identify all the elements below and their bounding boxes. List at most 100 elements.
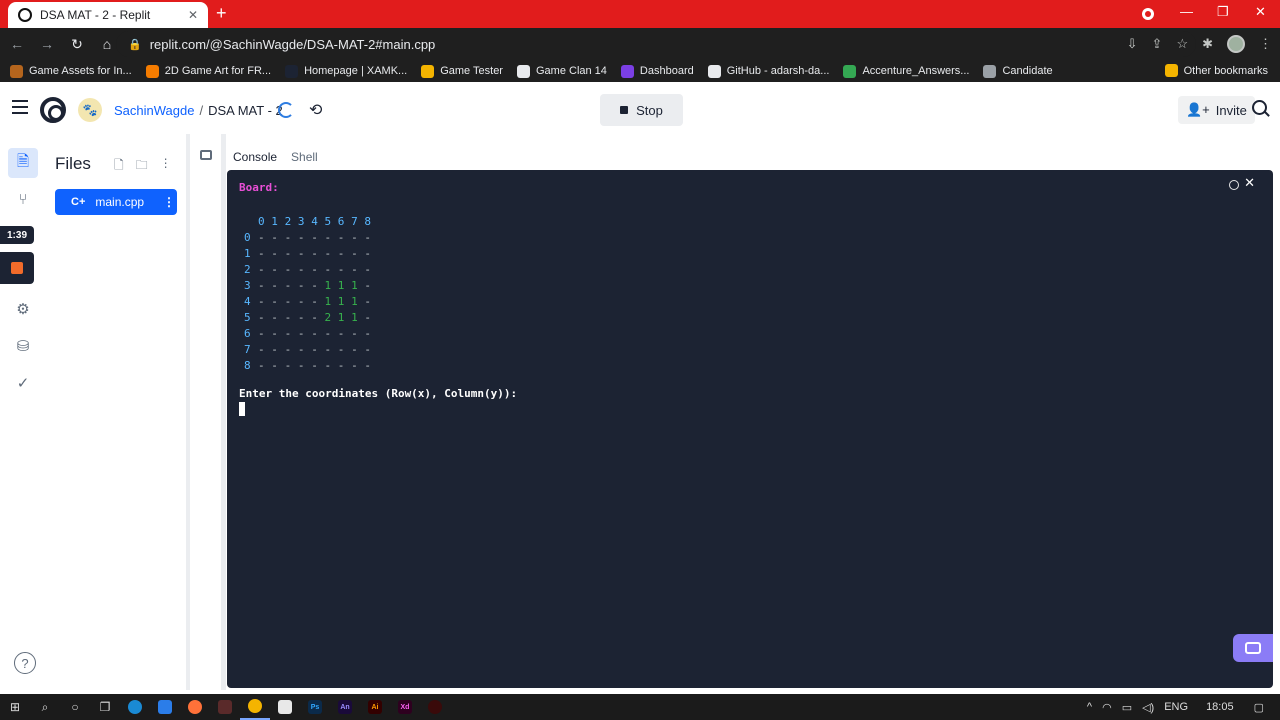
edge-icon[interactable] — [120, 694, 150, 720]
board-cell: - — [337, 262, 345, 276]
tray-chevron-icon[interactable]: ^ — [1087, 701, 1092, 713]
board-cell: - — [271, 262, 278, 276]
bookmark-item[interactable]: Accenture_Answers... — [843, 64, 970, 78]
bookmark-item[interactable]: Homepage | XAMK... — [285, 64, 407, 78]
install-icon[interactable]: ⇩ — [1127, 36, 1138, 52]
illustrator-icon[interactable]: Ai — [360, 694, 390, 720]
photoshop-icon[interactable]: Ps — [300, 694, 330, 720]
console-resize-handle[interactable] — [222, 134, 226, 690]
breadcrumb-user[interactable]: SachinWagde — [114, 103, 194, 118]
app-icon[interactable] — [150, 694, 180, 720]
app-icon[interactable] — [210, 694, 240, 720]
address-bar[interactable]: 🔒 replit.com/@SachinWagde/DSA-MAT-2#main… — [116, 31, 1196, 57]
board-row-label: 6 — [244, 326, 251, 340]
taskbar-search-icon[interactable]: ⌕ — [30, 694, 60, 720]
close-window-icon[interactable]: ✕ — [1255, 4, 1266, 20]
invite-button[interactable]: 👤+ Invite — [1178, 96, 1255, 124]
board-row: 7--------- — [244, 341, 378, 357]
cortana-icon[interactable]: ○ — [60, 694, 90, 720]
board-cell: - — [297, 262, 305, 276]
menu-icon[interactable]: ⋮ — [1259, 36, 1272, 52]
wifi-icon[interactable]: ◠ — [1102, 701, 1112, 714]
settings-gear-icon[interactable]: ⚙ — [8, 294, 38, 324]
bookmark-item[interactable]: GitHub - adarsh-da... — [707, 64, 829, 78]
bookmark-star-icon[interactable]: ☆ — [1176, 36, 1188, 52]
sync-status-icon — [278, 102, 294, 118]
input-cursor[interactable] — [239, 402, 245, 416]
system-tray: ^ ◠ ▭ ◁) ENG 18:05 ▢ — [1087, 694, 1280, 720]
task-view-icon[interactable]: ❐ — [90, 694, 120, 720]
board-row: 0--------- — [244, 229, 378, 245]
bookmark-item[interactable]: 2D Game Art for FR... — [145, 64, 271, 78]
stop-run-button[interactable] — [0, 252, 34, 284]
board-cell: - — [271, 246, 278, 260]
folder-icon — [1164, 64, 1178, 77]
bookmark-item[interactable]: Game Assets for In... — [10, 64, 132, 78]
recording-icon[interactable] — [1142, 8, 1154, 20]
bookmark-item[interactable]: Candidate — [983, 64, 1053, 78]
history-icon[interactable]: ⟲ — [309, 100, 322, 120]
language-indicator[interactable]: ENG — [1164, 701, 1188, 713]
back-icon[interactable]: ← — [4, 36, 30, 52]
animate-icon[interactable]: An — [330, 694, 360, 720]
windows-start-icon[interactable]: ⊞ — [0, 694, 30, 720]
tool-rail: 🗎 ⑂ 1:39 ⚙ ⛁ ✓ ? — [0, 134, 46, 690]
board-cell: 1 — [337, 278, 345, 292]
checkmark-icon[interactable]: ✓ — [8, 368, 38, 398]
chat-button[interactable] — [1233, 634, 1273, 662]
new-tab-icon[interactable]: + — [216, 4, 227, 22]
volume-icon[interactable]: ◁) — [1142, 701, 1154, 714]
board-cell: - — [271, 342, 278, 356]
bookmark-label: Accenture_Answers... — [862, 65, 970, 77]
board-row: 3-----111- — [244, 277, 378, 293]
other-bookmarks[interactable]: Other bookmarks — [1164, 64, 1268, 77]
board-cell: - — [324, 262, 332, 276]
profile-avatar[interactable] — [1227, 35, 1245, 53]
clock[interactable]: 18:05 — [1206, 701, 1234, 713]
board-column-header: 5 — [324, 214, 332, 228]
new-file-icon[interactable]: 🗋 — [114, 156, 124, 177]
file-item-main-cpp[interactable]: C+ main.cpp ⋮ — [55, 189, 177, 215]
bookmark-item[interactable]: Dashboard — [620, 64, 694, 78]
maximize-icon[interactable]: ❐ — [1217, 4, 1229, 20]
console-clear-icon[interactable]: ✕ — [1244, 176, 1255, 191]
replit-logo-icon[interactable] — [40, 97, 66, 123]
browser-tab[interactable]: DSA MAT - 2 - Replit ✕ — [8, 2, 208, 28]
file-more-icon[interactable]: ⋮ — [161, 195, 177, 209]
board-cell: - — [351, 230, 358, 244]
board-column-header: 1 — [271, 214, 278, 228]
user-avatar[interactable]: 🐾 — [78, 98, 102, 122]
forward-icon[interactable]: → — [34, 36, 60, 52]
minimize-icon[interactable]: — — [1180, 4, 1193, 19]
firefox-icon[interactable] — [180, 694, 210, 720]
files-tool-icon[interactable]: 🗎 — [8, 148, 38, 178]
extensions-icon[interactable]: ✱ — [1202, 36, 1213, 52]
share-icon[interactable]: ⇪ — [1152, 36, 1163, 52]
store-icon[interactable] — [270, 694, 300, 720]
tab-console[interactable]: Console — [227, 150, 283, 170]
database-icon[interactable]: ⛁ — [8, 331, 38, 361]
chrome-icon[interactable] — [240, 694, 270, 720]
more-options-icon[interactable]: ⋮ — [160, 156, 172, 177]
version-control-icon[interactable]: ⑂ — [8, 184, 38, 214]
search-icon[interactable] — [1252, 100, 1267, 115]
new-folder-icon[interactable]: 🗀 — [136, 156, 148, 177]
bookmark-item[interactable]: Game Tester — [421, 64, 503, 78]
help-icon[interactable]: ? — [14, 652, 36, 674]
breadcrumb-repl-name[interactable]: DSA MAT - 2 — [208, 103, 283, 118]
reload-icon[interactable]: ↻ — [64, 36, 90, 53]
console-output[interactable]: ✕ Board: 0123456780---------1---------2-… — [227, 170, 1273, 688]
bookmark-item[interactable]: Game Clan 14 — [516, 64, 607, 78]
tab-shell[interactable]: Shell — [285, 150, 324, 170]
console-search-icon[interactable] — [1229, 180, 1239, 190]
battery-icon[interactable]: ▭ — [1122, 701, 1132, 714]
close-tab-icon[interactable]: ✕ — [188, 8, 198, 22]
editor-icon[interactable] — [200, 150, 212, 160]
hamburger-menu-icon[interactable] — [12, 100, 28, 118]
board-cell: - — [311, 342, 318, 356]
xd-icon[interactable]: Xd — [390, 694, 420, 720]
board-row: 1--------- — [244, 245, 378, 261]
notification-icon[interactable]: ▢ — [1254, 701, 1264, 714]
stop-button[interactable]: Stop — [600, 94, 683, 126]
app-icon[interactable] — [420, 694, 450, 720]
